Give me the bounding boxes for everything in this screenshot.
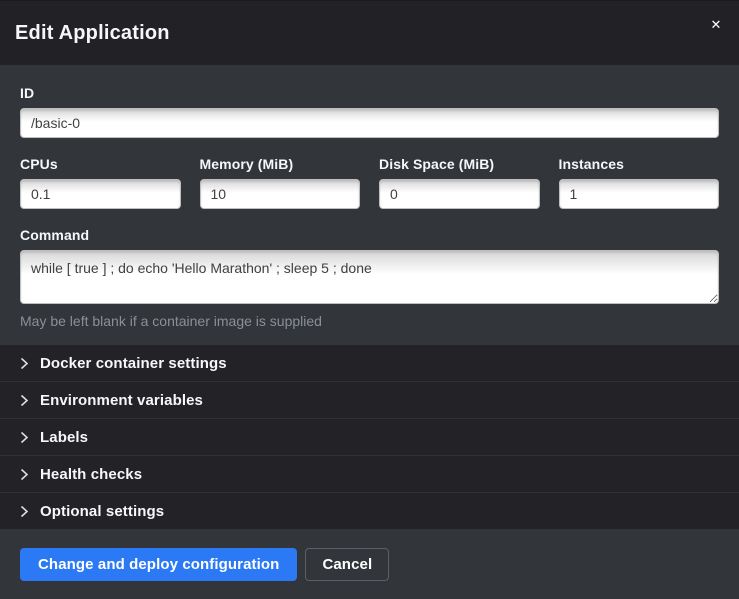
command-textarea[interactable]: while [ true ] ; do echo 'Hello Marathon… [20, 250, 719, 304]
section-health-checks[interactable]: Health checks [0, 455, 739, 492]
section-optional-settings[interactable]: Optional settings [0, 492, 739, 529]
command-help-text: May be left blank if a container image i… [20, 314, 719, 329]
settings-accordion: Docker container settings Environment va… [0, 345, 739, 529]
cpus-label: CPUs [20, 157, 181, 171]
section-label: Health checks [40, 466, 142, 483]
edit-application-modal: Edit Application ✕ ID CPUs Memory (MiB) … [0, 0, 739, 599]
command-label: Command [20, 228, 719, 242]
chevron-right-icon [20, 468, 29, 481]
section-label: Environment variables [40, 392, 203, 409]
id-label: ID [20, 86, 719, 100]
cpus-input[interactable] [20, 179, 181, 209]
modal-footer: Change and deploy configuration Cancel [0, 529, 739, 599]
section-environment-variables[interactable]: Environment variables [0, 381, 739, 418]
section-label: Optional settings [40, 503, 164, 520]
disk-input[interactable] [379, 179, 540, 209]
field-group-instances: Instances [559, 157, 720, 209]
instances-label: Instances [559, 157, 720, 171]
id-input[interactable] [20, 108, 719, 138]
modal-title: Edit Application [15, 22, 170, 45]
close-icon: ✕ [711, 17, 722, 32]
section-labels[interactable]: Labels [0, 418, 739, 455]
field-group-disk: Disk Space (MiB) [379, 157, 540, 209]
section-docker-container-settings[interactable]: Docker container settings [0, 345, 739, 381]
chevron-right-icon [20, 505, 29, 518]
close-button[interactable]: ✕ [704, 13, 728, 37]
memory-input[interactable] [200, 179, 361, 209]
resources-row: CPUs Memory (MiB) Disk Space (MiB) Insta… [20, 157, 719, 209]
field-group-memory: Memory (MiB) [200, 157, 361, 209]
edit-application-form: ID CPUs Memory (MiB) Disk Space (MiB) In… [0, 65, 739, 345]
modal-header: Edit Application ✕ [0, 1, 739, 65]
memory-label: Memory (MiB) [200, 157, 361, 171]
chevron-right-icon [20, 357, 29, 370]
instances-input[interactable] [559, 179, 720, 209]
field-group-id: ID [20, 86, 719, 138]
change-and-deploy-button[interactable]: Change and deploy configuration [20, 548, 297, 581]
cancel-button[interactable]: Cancel [305, 548, 389, 581]
chevron-right-icon [20, 394, 29, 407]
chevron-right-icon [20, 431, 29, 444]
field-group-command: Command while [ true ] ; do echo 'Hello … [20, 228, 719, 329]
field-group-cpus: CPUs [20, 157, 181, 209]
disk-label: Disk Space (MiB) [379, 157, 540, 171]
section-label: Docker container settings [40, 355, 227, 372]
section-label: Labels [40, 429, 88, 446]
